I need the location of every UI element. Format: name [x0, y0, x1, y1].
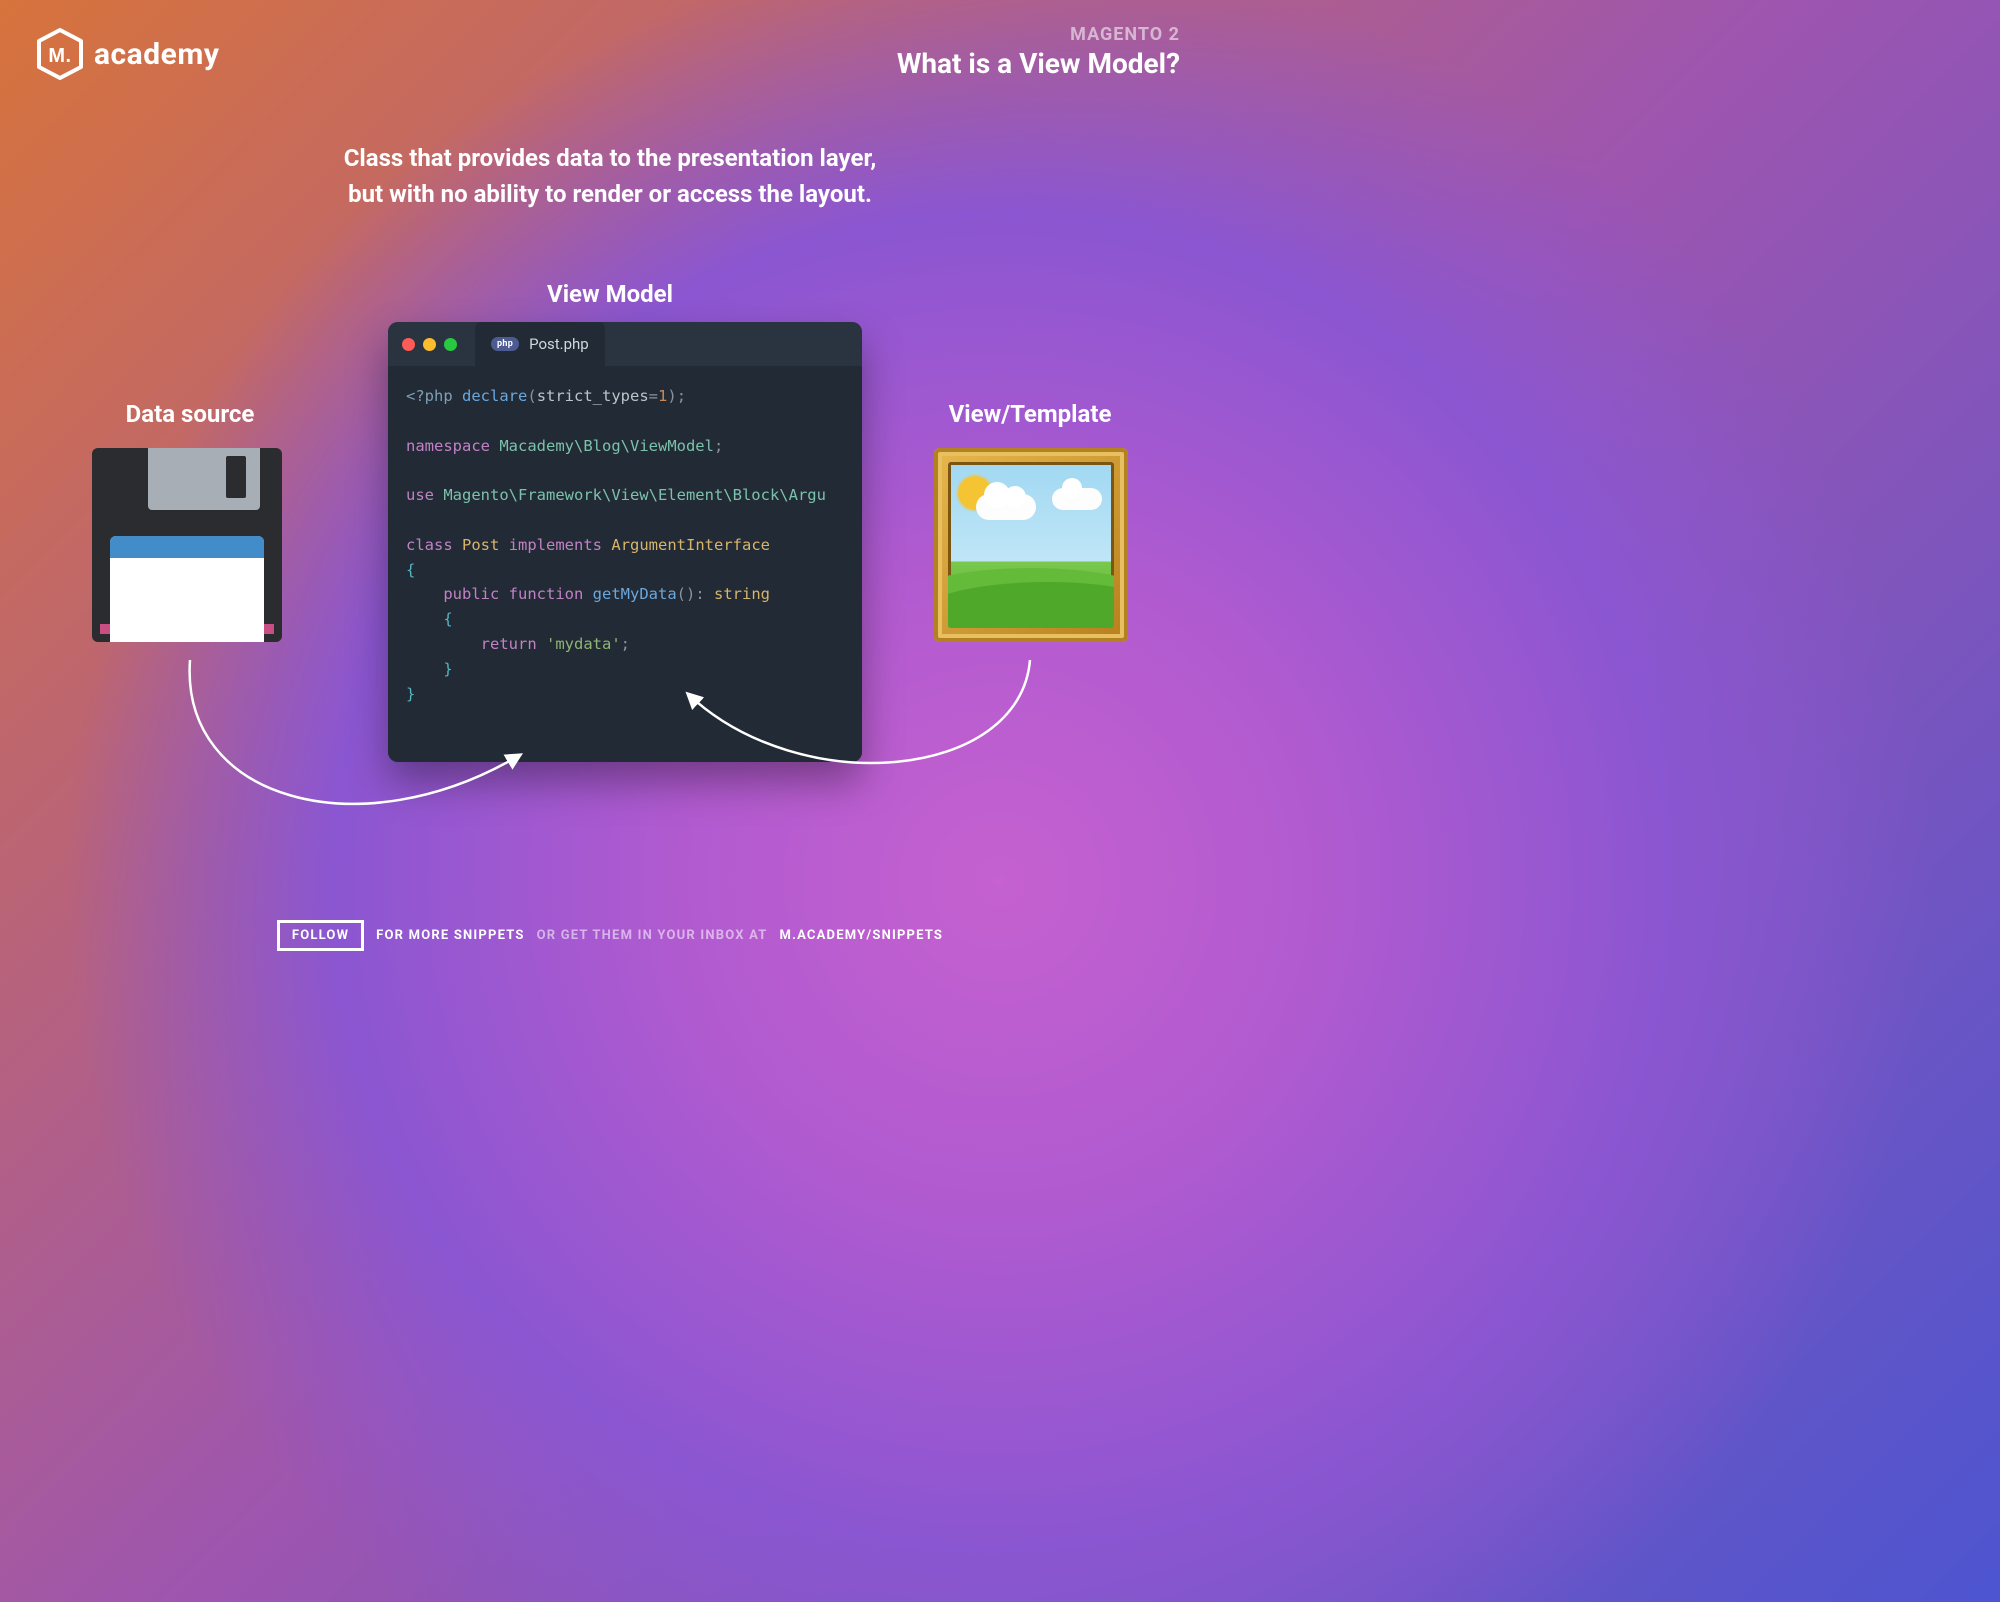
php-badge-icon: php	[491, 337, 519, 351]
svg-text:M.: M.	[48, 45, 71, 67]
subtitle-line-2: but with no ability to render or access …	[0, 176, 1220, 212]
window-titlebar: php Post.php	[388, 322, 862, 366]
brand-logo: M. academy	[36, 28, 219, 80]
view-model-label: View Model	[0, 280, 1220, 308]
view-template-label: View/Template	[900, 400, 1160, 428]
file-tab-name: Post.php	[529, 335, 589, 353]
minimize-icon	[423, 338, 436, 351]
code-window: php Post.php <?php declare(strict_types=…	[388, 322, 862, 762]
traffic-lights	[402, 338, 457, 351]
maximize-icon	[444, 338, 457, 351]
brand-text: academy	[94, 37, 219, 72]
subtitle-line-1: Class that provides data to the presenta…	[0, 140, 1220, 176]
footer: FOLLOW FOR MORE SNIPPETS OR GET THEM IN …	[0, 920, 1220, 951]
header: MAGENTO 2 What is a View Model?	[897, 24, 1180, 80]
data-source-label: Data source	[60, 400, 320, 428]
follow-button[interactable]: FOLLOW	[277, 920, 364, 951]
footer-or-get: OR GET THEM IN YOUR INBOX AT	[537, 928, 768, 943]
code-content: <?php declare(strict_types=1); namespace…	[388, 366, 862, 762]
close-icon	[402, 338, 415, 351]
footer-for-more: FOR MORE SNIPPETS	[376, 928, 524, 943]
picture-frame-icon	[934, 448, 1128, 642]
footer-url[interactable]: M.ACADEMY/SNIPPETS	[780, 928, 944, 943]
subtitle: Class that provides data to the presenta…	[0, 140, 1220, 212]
file-tab: php Post.php	[475, 322, 605, 366]
header-category: MAGENTO 2	[897, 24, 1180, 45]
floppy-disk-icon	[92, 448, 282, 642]
hexagon-m-icon: M.	[36, 28, 84, 80]
header-title: What is a View Model?	[897, 47, 1180, 80]
